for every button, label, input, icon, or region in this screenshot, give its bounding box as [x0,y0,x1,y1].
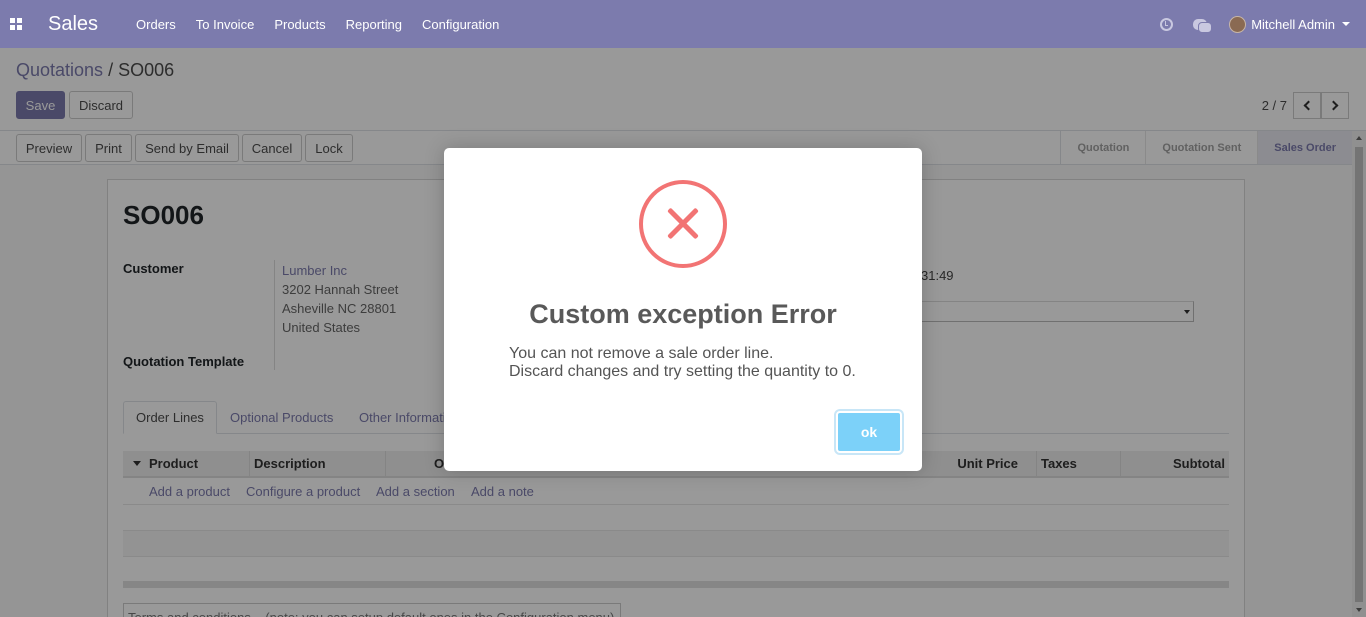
apps-menu-icon[interactable] [0,0,32,48]
menu-configuration[interactable]: Configuration [422,17,499,32]
app-name[interactable]: Sales [48,13,98,36]
error-dialog: Custom exception Error You can not remov… [444,148,922,471]
menu-products[interactable]: Products [274,17,325,32]
ok-button[interactable]: ok [836,411,902,453]
user-name: Mitchell Admin [1251,16,1335,32]
dialog-message-line-1: You can not remove a sale order line. [509,345,774,362]
dialog-title: Custom exception Error [529,299,837,329]
activity-clock-icon[interactable] [1149,17,1183,31]
caret-down-icon [1342,22,1350,26]
dialog-message-line-2: Discard changes and try setting the quan… [509,363,856,380]
messaging-chat-icon[interactable] [1183,18,1217,33]
avatar [1229,15,1247,33]
user-menu[interactable]: Mitchell Admin [1229,15,1350,33]
menu-to-invoice[interactable]: To Invoice [196,17,255,32]
menu-reporting[interactable]: Reporting [346,17,402,32]
menu-orders[interactable]: Orders [136,17,176,32]
error-x-icon [639,180,727,268]
top-navbar: Sales Orders To Invoice Products Reporti… [0,0,1366,48]
